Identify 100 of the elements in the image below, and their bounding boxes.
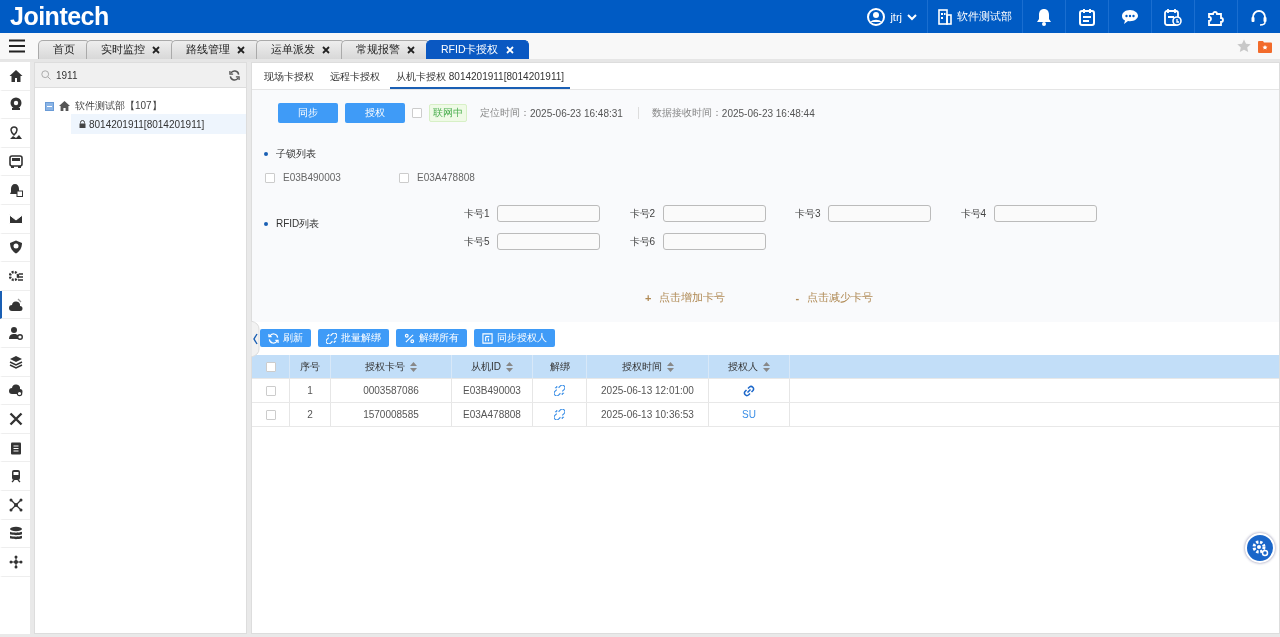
map-pin-icon	[9, 126, 23, 140]
field-label: 卡号5	[464, 234, 490, 249]
time-value: 2025-06-23 16:48:31	[530, 107, 623, 119]
settings-button[interactable]	[1245, 533, 1275, 563]
chevron-down-icon	[907, 12, 917, 21]
close-icon[interactable]	[322, 46, 330, 54]
user-menu[interactable]: jtrj	[867, 7, 917, 26]
sort-icon[interactable]	[410, 361, 417, 372]
close-icon[interactable]	[237, 46, 245, 54]
tab[interactable]: RFID卡授权	[426, 40, 529, 59]
time-value: 2025-06-23 16:48:44	[721, 107, 815, 119]
logo: Jointech	[9, 2, 109, 31]
table-cell: 1570008585	[363, 409, 419, 420]
home-icon	[59, 101, 70, 111]
column-header[interactable]: 授权人	[728, 359, 758, 374]
schedule-icon[interactable]	[1164, 7, 1182, 26]
department-button[interactable]: 软件测试部	[938, 8, 1012, 25]
checkbox-label: E03A478808	[417, 172, 475, 183]
layers-icon	[9, 354, 23, 369]
clipboard-icon	[9, 440, 23, 455]
bell-icon[interactable]	[1035, 7, 1053, 26]
refresh-icon	[268, 332, 279, 344]
column-header[interactable]: 序号	[300, 359, 320, 374]
nodes-icon	[9, 554, 23, 569]
column-header[interactable]: 授权卡号	[365, 359, 405, 374]
bell-icon	[9, 183, 23, 198]
bus-icon	[9, 154, 23, 169]
cloud-gear-icon	[9, 383, 23, 398]
search-field[interactable]: 1911	[35, 63, 246, 88]
input-field[interactable]	[497, 233, 600, 250]
time-label: 定位时间：	[480, 106, 530, 120]
folder-icon[interactable]	[1258, 39, 1272, 53]
close-icon[interactable]	[407, 46, 415, 54]
user-icon	[9, 326, 23, 341]
field-label: 卡号4	[960, 206, 987, 221]
authorizer-link[interactable]: SU	[742, 409, 756, 420]
shield-icon	[9, 240, 23, 255]
calendar-icon[interactable]	[1079, 7, 1095, 26]
cloud-icon	[9, 297, 23, 312]
tree-node[interactable]: 8014201911[8014201911]	[71, 114, 246, 134]
gear-icon	[9, 268, 23, 283]
checkbox[interactable]	[265, 361, 276, 372]
chat-icon[interactable]	[1121, 8, 1139, 25]
collapse-icon[interactable]	[45, 101, 54, 111]
checkbox[interactable]	[265, 409, 276, 420]
field-label: 卡号3	[795, 206, 821, 221]
unlink-icon[interactable]	[554, 385, 565, 396]
checkbox[interactable]	[265, 172, 275, 183]
checkbox[interactable]	[265, 385, 276, 396]
table-cell: 2	[307, 409, 313, 420]
table-cell: 0003587086	[363, 385, 419, 396]
home-icon	[9, 68, 23, 83]
table-cell: E03B490003	[463, 385, 521, 396]
menu-icon[interactable]	[9, 39, 25, 53]
input-field[interactable]	[497, 205, 600, 222]
section-title: 子锁列表	[276, 147, 316, 161]
sidebar-item[interactable]	[0, 290, 30, 320]
column-header[interactable]: 从机ID	[471, 359, 501, 374]
star-icon[interactable]	[1237, 39, 1251, 53]
checkbox[interactable]	[399, 172, 409, 183]
status-badge: 联网中	[429, 104, 467, 122]
field-label: 卡号2	[629, 206, 656, 221]
checkbox-label: E03B490003	[283, 172, 341, 183]
user-icon	[867, 7, 886, 26]
input-field[interactable]	[662, 205, 766, 222]
unlink-icon[interactable]	[554, 409, 565, 420]
table-cell: 1	[307, 385, 313, 396]
input-field[interactable]	[662, 233, 766, 250]
link-icon[interactable]	[743, 384, 755, 397]
tab[interactable]: 远程卡授权	[324, 67, 386, 89]
lock-icon	[79, 120, 86, 128]
tools-icon	[9, 411, 23, 426]
unlink-icon	[326, 332, 337, 344]
sort-icon[interactable]	[763, 361, 770, 372]
headset-icon[interactable]	[1250, 7, 1268, 26]
gear-icon	[1250, 538, 1270, 558]
search-icon	[41, 70, 51, 80]
input-field[interactable]	[993, 205, 1097, 222]
building-icon	[938, 8, 952, 25]
database-icon	[9, 526, 23, 541]
train-icon	[9, 469, 23, 484]
refresh-icon[interactable]	[229, 70, 240, 81]
table-cell: 2025-06-13 12:01:00	[601, 385, 694, 396]
tree-node[interactable]: 软件测试部【107】	[75, 99, 162, 113]
sort-icon[interactable]	[666, 361, 674, 372]
checkbox[interactable]	[412, 108, 422, 118]
close-icon[interactable]	[152, 46, 160, 54]
mail-icon	[9, 211, 23, 226]
section-title: RFID列表	[276, 217, 320, 231]
network-icon	[9, 497, 23, 512]
column-header[interactable]: 解绑	[549, 359, 570, 374]
collapse-handle[interactable]	[251, 321, 261, 357]
input-field[interactable]	[828, 205, 931, 222]
field-label: 卡号6	[629, 234, 656, 249]
field-label: 卡号1	[464, 206, 490, 221]
column-header[interactable]: 授权时间	[621, 359, 662, 374]
percent-icon	[404, 332, 415, 344]
time-label: 数据接收时间：	[651, 106, 722, 120]
sort-icon[interactable]	[506, 361, 513, 372]
tab[interactable]: 现场卡授权	[258, 67, 320, 89]
